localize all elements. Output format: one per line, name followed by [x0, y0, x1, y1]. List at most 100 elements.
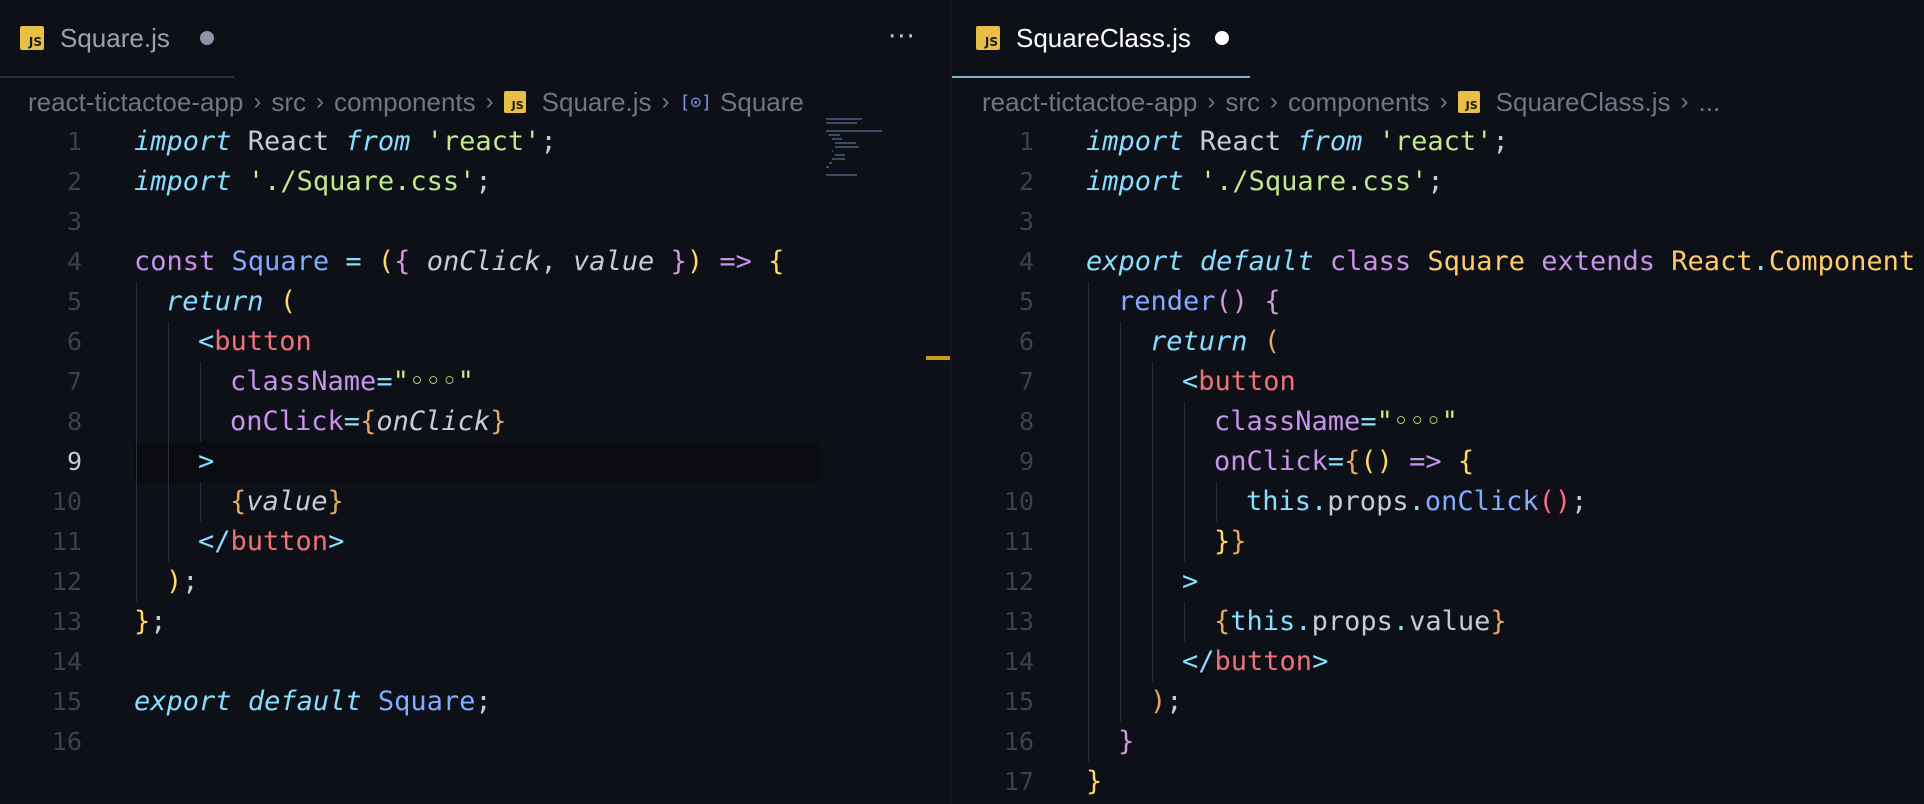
code-line[interactable]: 8 className="◦◦◦"	[952, 402, 1924, 442]
line-number[interactable]: 15	[952, 682, 1034, 722]
line-number[interactable]: 9	[952, 442, 1034, 482]
code-line[interactable]: 17}	[952, 762, 1924, 802]
code-text[interactable]: export default Square;	[134, 682, 492, 722]
breadcrumb-item-src[interactable]: src	[1225, 87, 1260, 118]
code-text[interactable]: };	[134, 602, 167, 642]
unsaved-changes-dot-icon[interactable]	[1214, 31, 1229, 45]
code-text[interactable]: className="◦◦◦"	[1214, 402, 1458, 442]
code-text[interactable]: return (	[166, 282, 296, 322]
line-number[interactable]: 14	[952, 642, 1034, 682]
code-text[interactable]: export default class Square extends Reac…	[1086, 242, 1924, 282]
code-editor[interactable]: 1 import React from 'react'; 2 import './Sq…	[0, 122, 952, 804]
code-line[interactable]: 3	[952, 202, 1924, 242]
code-line[interactable]: 12);	[0, 562, 952, 602]
code-line[interactable]: 6 return (	[952, 322, 1924, 362]
line-number[interactable]: 5	[0, 282, 82, 322]
code-line[interactable]: 14 </button>	[952, 642, 1924, 682]
breadcrumb-item-more[interactable]: ...	[1699, 87, 1721, 118]
breadcrumb-item-components[interactable]: components	[334, 87, 476, 118]
line-number[interactable]: 16	[952, 722, 1034, 762]
tab-square-js[interactable]: JS Square.js	[0, 0, 234, 78]
code-line[interactable]: 7 <button	[952, 362, 1924, 402]
code-line[interactable]: 9 onClick={() => {	[952, 442, 1924, 482]
breadcrumb-item-project[interactable]: react-tictactoe-app	[982, 87, 1197, 118]
code-text[interactable]: return (	[1150, 322, 1280, 362]
code-line[interactable]: 2 import './Square.css';	[952, 162, 1924, 202]
code-text[interactable]: className="◦◦◦"	[230, 362, 474, 402]
code-line[interactable]: 16	[0, 722, 952, 762]
code-line[interactable]: 4 export default class Square extends Rea…	[952, 242, 1924, 282]
line-number[interactable]: 11	[952, 522, 1034, 562]
code-line[interactable]: 5 render() {	[952, 282, 1924, 322]
breadcrumb-item-components[interactable]: components	[1288, 87, 1430, 118]
code-line[interactable]: 9 >	[0, 442, 952, 482]
line-number[interactable]: 2	[0, 162, 82, 202]
code-text[interactable]: <button	[198, 322, 312, 362]
code-text[interactable]: }	[1086, 762, 1102, 802]
line-number[interactable]: 9	[0, 442, 82, 482]
line-number[interactable]: 4	[952, 242, 1034, 282]
line-number[interactable]: 1	[952, 122, 1034, 162]
code-text[interactable]: >	[198, 442, 214, 482]
line-number[interactable]: 10	[0, 482, 82, 522]
code-line[interactable]: 1 import React from 'react';	[0, 122, 952, 162]
code-line[interactable]: 16}	[952, 722, 1924, 762]
line-number[interactable]: 13	[952, 602, 1034, 642]
line-number[interactable]: 7	[952, 362, 1034, 402]
code-line[interactable]: 13 {this.props.value}	[952, 602, 1924, 642]
line-number[interactable]: 13	[0, 602, 82, 642]
code-text[interactable]: <button	[1182, 362, 1296, 402]
line-number[interactable]: 6	[952, 322, 1034, 362]
line-number[interactable]: 6	[0, 322, 82, 362]
code-line[interactable]: 11 </button>	[0, 522, 952, 562]
line-number[interactable]: 17	[952, 762, 1034, 802]
code-line[interactable]: 6 <button	[0, 322, 952, 362]
breadcrumb-item-project[interactable]: react-tictactoe-app	[28, 87, 243, 118]
code-line[interactable]: 8 onClick={onClick}	[0, 402, 952, 442]
code-line[interactable]: 5 return (	[0, 282, 952, 322]
line-number[interactable]: 8	[0, 402, 82, 442]
code-text[interactable]: </button>	[198, 522, 344, 562]
line-number[interactable]: 2	[952, 162, 1034, 202]
code-text[interactable]: }	[1118, 722, 1134, 762]
code-line[interactable]: 14	[0, 642, 952, 682]
code-line[interactable]: 11}}	[952, 522, 1924, 562]
breadcrumb-item-symbol[interactable]: Square	[720, 87, 804, 118]
breadcrumb-item-src[interactable]: src	[271, 87, 306, 118]
code-line[interactable]: 2 import './Square.css';	[0, 162, 952, 202]
line-number[interactable]: 16	[0, 722, 82, 762]
more-actions-button[interactable]: ···	[888, 22, 916, 52]
code-line[interactable]: 15 export default Square;	[0, 682, 952, 722]
code-text[interactable]: >	[1182, 562, 1198, 602]
line-number[interactable]: 11	[0, 522, 82, 562]
line-number[interactable]: 10	[952, 482, 1034, 522]
line-number[interactable]: 3	[952, 202, 1034, 242]
breadcrumb-item-file[interactable]: Square.js	[542, 87, 652, 118]
code-line[interactable]: 4 const Square = ({ onClick, value }) => …	[0, 242, 952, 282]
line-number[interactable]: 14	[0, 642, 82, 682]
minimap[interactable]	[826, 118, 902, 188]
code-text[interactable]: }}	[1214, 522, 1247, 562]
breadcrumb-item-file[interactable]: SquareClass.js	[1496, 87, 1671, 118]
code-text[interactable]: );	[166, 562, 199, 602]
line-number[interactable]: 5	[952, 282, 1034, 322]
code-line[interactable]: 15);	[952, 682, 1924, 722]
code-text[interactable]: );	[1150, 682, 1183, 722]
code-text[interactable]: import React from 'react';	[1086, 122, 1509, 162]
line-number[interactable]: 3	[0, 202, 82, 242]
tab-squareclass-js[interactable]: JS SquareClass.js	[952, 0, 1250, 78]
code-text[interactable]: onClick={onClick}	[230, 402, 506, 442]
code-line[interactable]: 7 className="◦◦◦"	[0, 362, 952, 402]
code-text[interactable]: </button>	[1182, 642, 1328, 682]
unsaved-changes-dot-icon[interactable]	[199, 31, 214, 45]
code-line[interactable]: 10 this.props.onClick();	[952, 482, 1924, 522]
line-number[interactable]: 12	[0, 562, 82, 602]
line-number[interactable]: 1	[0, 122, 82, 162]
code-text[interactable]: {this.props.value}	[1214, 602, 1507, 642]
code-line[interactable]: 1 import React from 'react';	[952, 122, 1924, 162]
line-number[interactable]: 12	[952, 562, 1034, 602]
code-text[interactable]: onClick={() => {	[1214, 442, 1474, 482]
code-line[interactable]: 10 {value}	[0, 482, 952, 522]
code-text[interactable]: import './Square.css';	[1086, 162, 1444, 202]
code-text[interactable]: render() {	[1118, 282, 1281, 322]
